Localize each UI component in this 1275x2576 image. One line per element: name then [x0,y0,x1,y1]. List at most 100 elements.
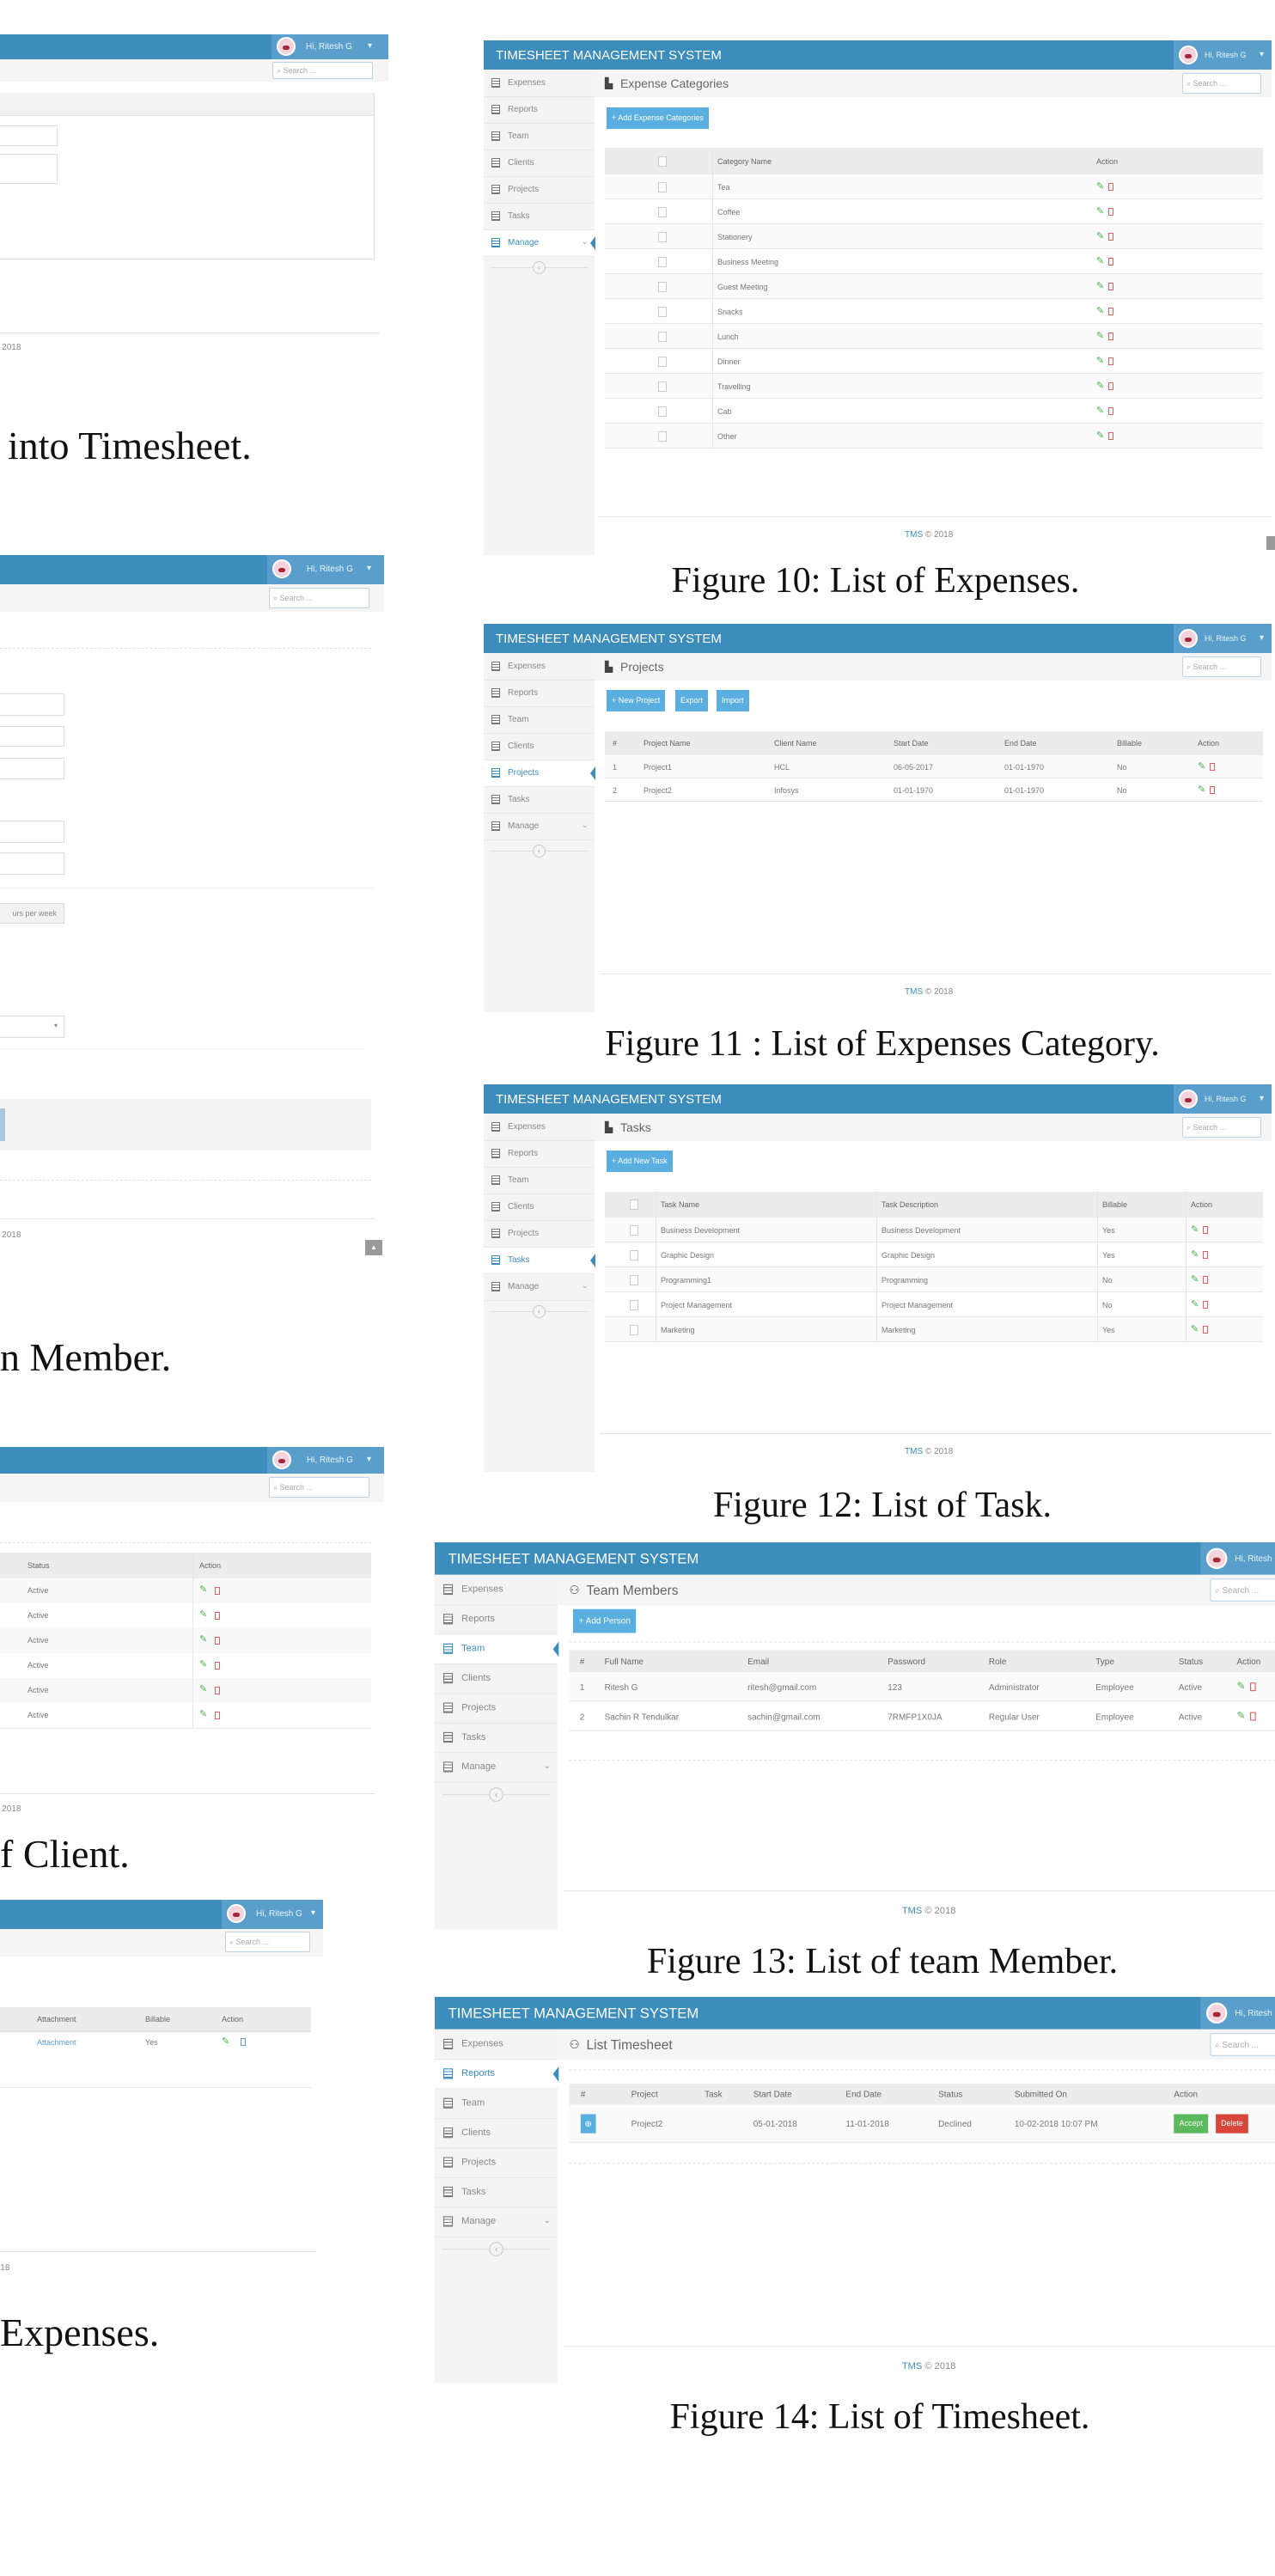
text-field[interactable] [0,125,58,146]
delete-icon[interactable] [1108,432,1113,440]
toolbar-button[interactable]: + Add Person [572,1608,637,1633]
edit-icon[interactable]: ✎ [1198,785,1205,795]
delete-icon[interactable] [1108,183,1113,191]
collapse-sidebar-button[interactable]: ‹ [489,1787,503,1802]
user-menu[interactable]: Hi, Ritesh G▾ [1174,624,1272,653]
sidebar-item-tasks[interactable]: Tasks [435,1724,558,1754]
delete-icon[interactable] [1203,1326,1208,1334]
delete-icon[interactable] [241,2038,246,2046]
edit-icon[interactable]: ✎ [199,1685,207,1694]
sidebar-item-tasks[interactable]: Tasks [484,204,595,230]
collapse-sidebar-button[interactable]: ‹ [533,261,546,274]
edit-icon[interactable]: ✎ [1096,207,1104,217]
edit-icon[interactable]: ✎ [199,1610,207,1620]
collapse-sidebar-button[interactable]: ‹ [533,845,546,858]
select-all-checkbox[interactable] [630,1199,638,1210]
delete-icon[interactable] [1203,1251,1208,1259]
delete-icon[interactable] [1108,208,1113,216]
user-menu[interactable]: Hi, Ritesh G▾ [1174,1084,1272,1114]
scroll-top-button[interactable]: ▲ [365,1240,382,1255]
user-menu[interactable]: Hi, Ritesh G▾ [222,1900,323,1929]
row-checkbox[interactable] [658,232,667,242]
select-field[interactable]: ▾ [0,1016,64,1038]
sidebar-item-clients[interactable]: Clients [484,150,595,177]
text-field[interactable] [0,821,64,843]
delete-icon[interactable] [215,1612,220,1620]
row-checkbox[interactable] [658,382,667,392]
sidebar-item-reports[interactable]: Reports [484,681,595,707]
search-input[interactable]: ⌕ Search ... [269,1477,369,1498]
sidebar-item-expenses[interactable]: Expenses [435,2030,558,2060]
sidebar-item-reports[interactable]: Reports [435,2060,559,2090]
search-input[interactable]: ⌕ Search ... [1182,656,1261,677]
sidebar-item-clients[interactable]: Clients [484,734,595,760]
sidebar-item-manage[interactable]: Manage ⌄ [484,1274,595,1301]
row-checkbox[interactable] [658,182,667,192]
delete-icon[interactable] [215,1637,220,1645]
edit-icon[interactable]: ✎ [1096,282,1104,291]
sidebar-item-team[interactable]: Team [435,1634,559,1665]
sidebar-item-reports[interactable]: Reports [484,1141,595,1168]
search-input[interactable]: ⌕ Search ... [269,588,369,608]
sidebar-item-manage[interactable]: Manage ⌄ [435,2207,558,2237]
delete-icon[interactable] [1250,1682,1256,1692]
sidebar-item-projects[interactable]: Projects [435,2148,558,2178]
submit-button[interactable] [0,1108,5,1141]
edit-icon[interactable]: ✎ [1096,357,1104,366]
sidebar-item-expenses[interactable]: Expenses [435,1576,558,1606]
sidebar-item-reports[interactable]: Reports [435,1605,558,1635]
sidebar-item-tasks[interactable]: Tasks [484,1248,595,1274]
search-input[interactable]: ⌕ Search ... [1182,73,1261,94]
user-menu[interactable]: Hi, Ritesh G▾ [1174,40,1272,70]
delete-icon[interactable] [1203,1226,1208,1234]
user-menu[interactable]: Hi, Ritesh G▾ [267,555,384,584]
delete-icon[interactable] [1108,308,1113,315]
sidebar-item-tasks[interactable]: Tasks [435,2178,558,2208]
sidebar-item-team[interactable]: Team [435,2090,558,2120]
toolbar-button[interactable]: Export [675,690,709,711]
delete-icon[interactable] [215,1587,220,1595]
user-menu[interactable]: Hi, Ritesh G▾ [1200,1542,1275,1575]
edit-icon[interactable]: ✎ [199,1710,207,1719]
row-checkbox[interactable] [630,1275,638,1285]
edit-icon[interactable]: ✎ [1096,382,1104,391]
edit-icon[interactable]: ✎ [1191,1325,1199,1334]
search-input[interactable]: ⌕ Search ... [272,62,373,79]
user-menu[interactable]: Hi, Ritesh G▾ [267,1447,384,1474]
sidebar-item-projects[interactable]: Projects [435,1694,558,1724]
search-input[interactable]: ⌕ Search ... [1182,1117,1261,1138]
edit-icon[interactable]: ✎ [1096,182,1104,192]
text-field[interactable] [0,726,64,747]
accept-button[interactable]: Accept [1174,2114,1209,2133]
expand-row-button[interactable]: ⊕ [580,2114,596,2133]
row-checkbox[interactable] [630,1300,638,1310]
sidebar-item-clients[interactable]: Clients [435,2119,558,2149]
delete-icon[interactable] [215,1687,220,1694]
sidebar-item-clients[interactable]: Clients [435,1664,558,1694]
sidebar-item-tasks[interactable]: Tasks [484,787,595,814]
row-checkbox[interactable] [658,357,667,367]
sidebar-item-clients[interactable]: Clients [484,1194,595,1221]
delete-button[interactable]: Delete [1216,2114,1248,2133]
delete-icon[interactable] [1210,786,1215,794]
row-checkbox[interactable] [658,282,667,292]
hours-per-week-addon[interactable]: urs per week [0,903,64,924]
sidebar-item-expenses[interactable]: Expenses [484,654,595,681]
scroll-top-button[interactable] [1266,536,1275,550]
edit-icon[interactable]: ✎ [199,1635,207,1645]
delete-icon[interactable] [215,1712,220,1719]
delete-icon[interactable] [1108,258,1113,266]
toolbar-button[interactable]: + Add Expense Categories [607,107,709,129]
row-checkbox[interactable] [658,431,667,442]
edit-icon[interactable]: ✎ [1096,232,1104,241]
collapse-sidebar-button[interactable]: ‹ [489,2242,503,2256]
search-input[interactable]: ⌕ Search ... [225,1932,310,1952]
edit-icon[interactable]: ✎ [1191,1250,1199,1260]
edit-icon[interactable]: ✎ [1191,1300,1199,1309]
edit-icon[interactable]: ✎ [1237,1682,1246,1692]
toolbar-button[interactable]: + Add New Task [607,1151,673,1172]
sidebar-item-team[interactable]: Team [484,707,595,734]
delete-icon[interactable] [1250,1712,1256,1721]
sidebar-item-manage[interactable]: Manage ⌄ [435,1753,558,1783]
edit-icon[interactable]: ✎ [222,2037,229,2047]
